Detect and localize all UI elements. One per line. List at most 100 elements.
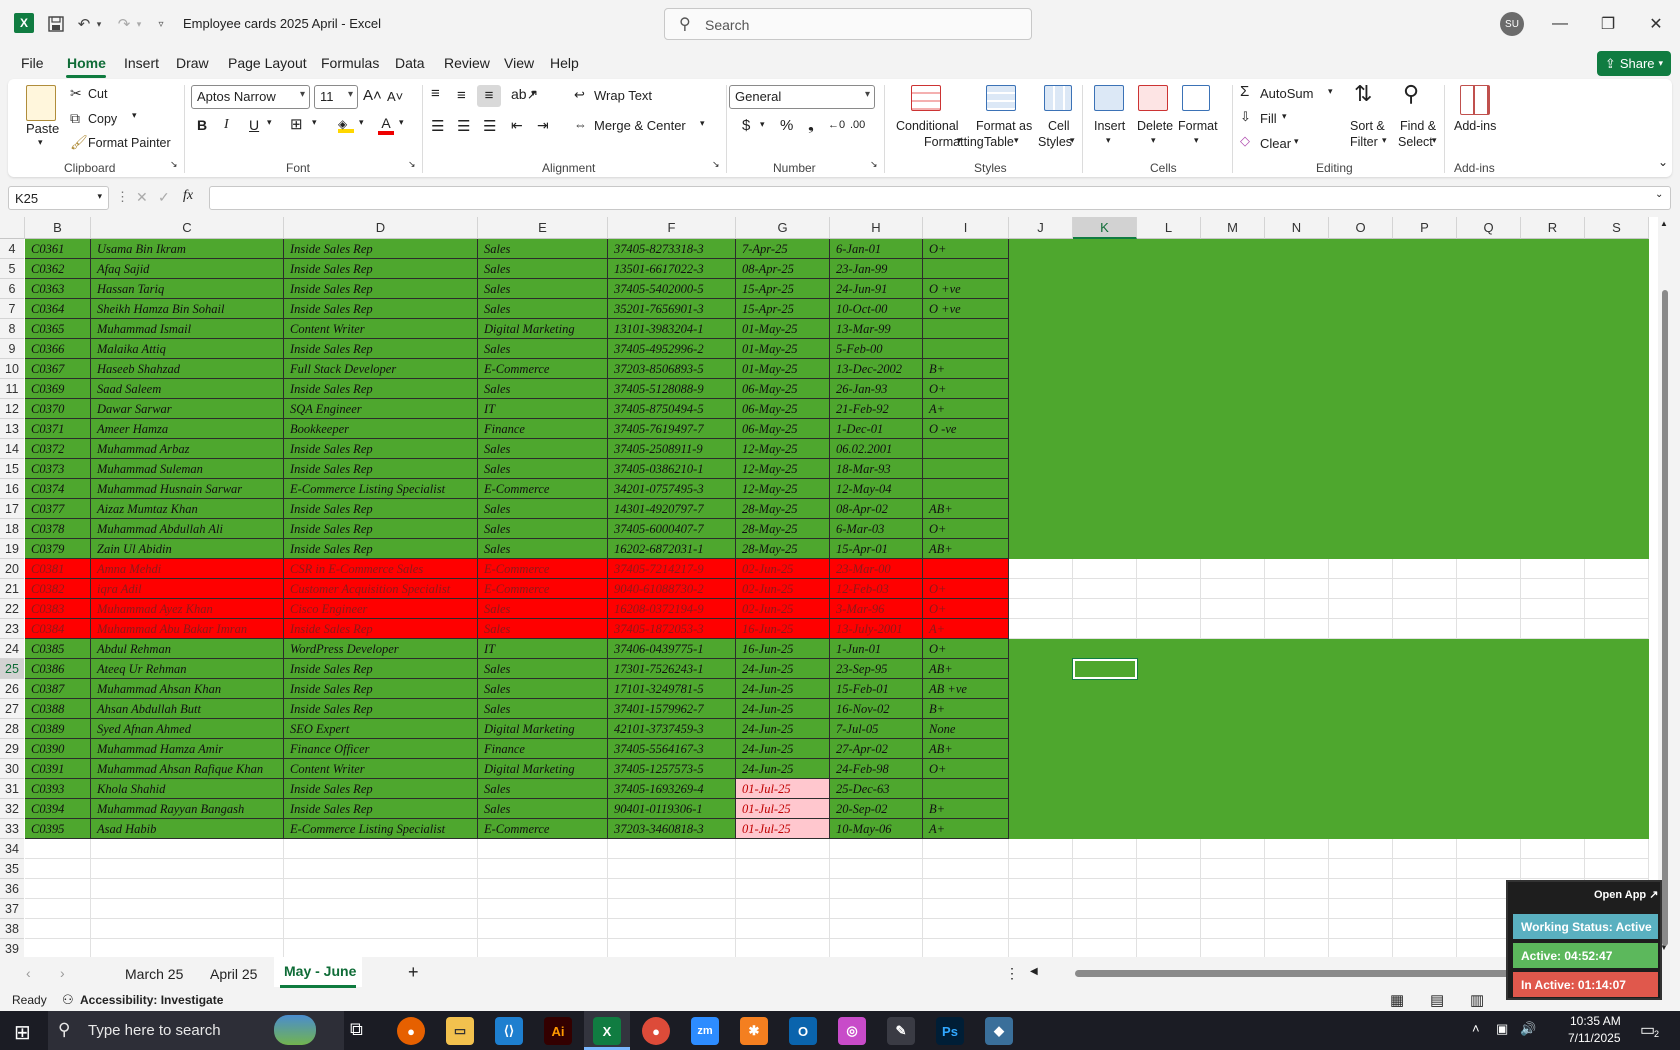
cell-p31[interactable] — [1393, 779, 1457, 799]
cell-f7[interactable]: 35201-7656901-3 — [608, 299, 736, 319]
cell-n21[interactable] — [1265, 579, 1329, 599]
cell-j25[interactable] — [1009, 659, 1073, 679]
cell-n15[interactable] — [1265, 459, 1329, 479]
cell-j23[interactable] — [1009, 619, 1073, 639]
sort-filter-button[interactable]: Sort & — [1350, 119, 1385, 133]
cell-m29[interactable] — [1201, 739, 1265, 759]
cell-f39[interactable] — [608, 939, 736, 957]
cell-s24[interactable] — [1585, 639, 1649, 659]
increase-indent-icon[interactable]: ⇥ — [537, 117, 549, 134]
file-explorer-icon[interactable]: ▭ — [446, 1017, 474, 1045]
underline-dropdown-icon[interactable]: ▾ — [267, 117, 272, 128]
cell-e15[interactable]: Sales — [478, 459, 608, 479]
cell-f18[interactable]: 37405-6000407-7 — [608, 519, 736, 539]
cell-s32[interactable] — [1585, 799, 1649, 819]
cell-h17[interactable]: 08-Apr-02 — [830, 499, 923, 519]
cell-s7[interactable] — [1585, 299, 1649, 319]
cell-o12[interactable] — [1329, 399, 1393, 419]
paste-button[interactable]: Paste — [26, 121, 59, 136]
cell-p34[interactable] — [1393, 839, 1457, 859]
cell-m15[interactable] — [1201, 459, 1265, 479]
cell-r35[interactable] — [1521, 859, 1585, 879]
cell-m9[interactable] — [1201, 339, 1265, 359]
cell-g37[interactable] — [736, 899, 830, 919]
cell-c12[interactable]: Dawar Sarwar — [91, 399, 284, 419]
menu-file[interactable]: File — [21, 55, 44, 71]
cell-j24[interactable] — [1009, 639, 1073, 659]
cell-k34[interactable] — [1073, 839, 1137, 859]
cell-m16[interactable] — [1201, 479, 1265, 499]
cell-p27[interactable] — [1393, 699, 1457, 719]
cell-r22[interactable] — [1521, 599, 1585, 619]
cell-c16[interactable]: Muhammad Husnain Sarwar — [91, 479, 284, 499]
cell-f17[interactable]: 14301-4920797-7 — [608, 499, 736, 519]
cell-n31[interactable] — [1265, 779, 1329, 799]
menu-home[interactable]: Home — [67, 55, 106, 71]
cell-d21[interactable]: Customer Acquisition Specialist — [284, 579, 478, 599]
cell-l20[interactable] — [1137, 559, 1201, 579]
cell-s26[interactable] — [1585, 679, 1649, 699]
cell-l6[interactable] — [1137, 279, 1201, 299]
cell-b6[interactable]: C0363 — [25, 279, 91, 299]
cell-k31[interactable] — [1073, 779, 1137, 799]
cell-h22[interactable]: 3-Mar-96 — [830, 599, 923, 619]
cell-i16[interactable] — [923, 479, 1009, 499]
cell-o18[interactable] — [1329, 519, 1393, 539]
cell-c19[interactable]: Zain Ul Abidin — [91, 539, 284, 559]
cell-l12[interactable] — [1137, 399, 1201, 419]
cell-q20[interactable] — [1457, 559, 1521, 579]
cell-o4[interactable] — [1329, 239, 1393, 259]
cell-o35[interactable] — [1329, 859, 1393, 879]
cell-g15[interactable]: 12-May-25 — [736, 459, 830, 479]
cell-g21[interactable]: 02-Jun-25 — [736, 579, 830, 599]
cell-e35[interactable] — [478, 859, 608, 879]
cell-s8[interactable] — [1585, 319, 1649, 339]
cell-n18[interactable] — [1265, 519, 1329, 539]
find-select-button[interactable]: Find & — [1400, 119, 1436, 133]
cell-e33[interactable]: E-Commerce — [478, 819, 608, 839]
merge-dropdown-icon[interactable]: ▾ — [700, 118, 705, 129]
cell-k8[interactable] — [1073, 319, 1137, 339]
cell-c36[interactable] — [91, 879, 284, 899]
cell-i9[interactable] — [923, 339, 1009, 359]
cell-b16[interactable]: C0374 — [25, 479, 91, 499]
cell-r7[interactable] — [1521, 299, 1585, 319]
cell-l10[interactable] — [1137, 359, 1201, 379]
cell-h31[interactable]: 25-Dec-63 — [830, 779, 923, 799]
column-header-l[interactable]: L — [1137, 217, 1201, 239]
cell-l19[interactable] — [1137, 539, 1201, 559]
cell-g25[interactable]: 24-Jun-25 — [736, 659, 830, 679]
cell-o27[interactable] — [1329, 699, 1393, 719]
cell-l26[interactable] — [1137, 679, 1201, 699]
cell-d26[interactable]: Inside Sales Rep — [284, 679, 478, 699]
cell-o23[interactable] — [1329, 619, 1393, 639]
cell-j37[interactable] — [1009, 899, 1073, 919]
cell-n13[interactable] — [1265, 419, 1329, 439]
cell-n8[interactable] — [1265, 319, 1329, 339]
cell-g8[interactable]: 01-May-25 — [736, 319, 830, 339]
column-header-s[interactable]: S — [1585, 217, 1649, 239]
row-header-9[interactable]: 9 — [0, 339, 24, 359]
cell-h8[interactable]: 13-Mar-99 — [830, 319, 923, 339]
cell-c37[interactable] — [91, 899, 284, 919]
cell-b11[interactable]: C0369 — [25, 379, 91, 399]
cell-e14[interactable]: Sales — [478, 439, 608, 459]
percent-icon[interactable]: % — [780, 117, 793, 134]
cell-j22[interactable] — [1009, 599, 1073, 619]
cell-r15[interactable] — [1521, 459, 1585, 479]
cell-h33[interactable]: 10-May-06 — [830, 819, 923, 839]
cell-b24[interactable]: C0385 — [25, 639, 91, 659]
cell-j16[interactable] — [1009, 479, 1073, 499]
cell-h5[interactable]: 23-Jan-99 — [830, 259, 923, 279]
cell-c25[interactable]: Ateeq Ur Rehman — [91, 659, 284, 679]
cell-h24[interactable]: 1-Jun-01 — [830, 639, 923, 659]
cell-n11[interactable] — [1265, 379, 1329, 399]
cell-k35[interactable] — [1073, 859, 1137, 879]
cell-d11[interactable]: Inside Sales Rep — [284, 379, 478, 399]
menu-view[interactable]: View — [504, 55, 534, 71]
cell-i7[interactable]: O +ve — [923, 299, 1009, 319]
cell-m33[interactable] — [1201, 819, 1265, 839]
cell-d4[interactable]: Inside Sales Rep — [284, 239, 478, 259]
cell-m13[interactable] — [1201, 419, 1265, 439]
cell-l17[interactable] — [1137, 499, 1201, 519]
